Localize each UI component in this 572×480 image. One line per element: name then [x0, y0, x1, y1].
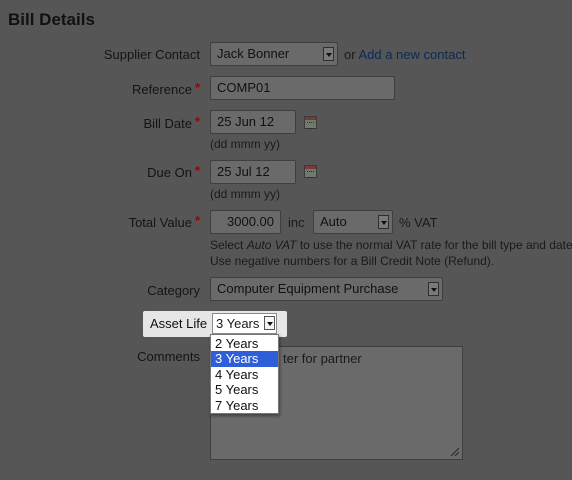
due-on-label: Due On * [0, 163, 200, 180]
bill-date-input[interactable]: 25 Jun 12 [210, 110, 296, 134]
required-marker: * [194, 163, 200, 178]
bill-date-label: Bill Date * [0, 114, 200, 131]
reference-label-text: Reference [131, 82, 192, 97]
asset-life-option[interactable]: 4 Years [211, 367, 278, 382]
category-select[interactable]: Computer Equipment Purchase [210, 277, 443, 301]
or-text: or [344, 47, 356, 62]
required-marker: * [194, 114, 200, 129]
total-value-input[interactable]: 3000.00 [210, 210, 281, 234]
calendar-icon[interactable] [304, 116, 317, 129]
required-marker: * [194, 213, 200, 228]
asset-life-option[interactable]: 5 Years [211, 382, 278, 397]
supplier-contact-select[interactable]: Jack Bonner [210, 42, 338, 66]
vat-select-value: Auto [320, 214, 347, 229]
asset-life-option[interactable]: 7 Years [211, 398, 278, 413]
due-on-input[interactable]: 25 Jul 12 [210, 160, 296, 184]
category-value: Computer Equipment Purchase [217, 281, 399, 296]
total-value-label-text: Total Value [128, 215, 192, 230]
total-value-label: Total Value * [0, 213, 200, 230]
vat-help-line2: Use negative numbers for a Bill Credit N… [210, 254, 495, 268]
reference-label: Reference * [0, 80, 200, 97]
add-new-contact-link[interactable]: Add a new contact [358, 47, 465, 62]
vat-help-text: to use the normal VAT rate for the bill … [296, 238, 572, 252]
comments-text: ter for partner [283, 351, 362, 366]
due-on-label-text: Due On [147, 165, 192, 180]
asset-life-label: Asset Life [150, 316, 208, 331]
required-marker: * [194, 80, 200, 95]
chevron-down-icon [323, 47, 334, 61]
vat-help-text: Select [210, 238, 247, 252]
vat-select[interactable]: Auto [313, 210, 393, 234]
category-label: Category [147, 283, 200, 298]
add-contact-row: or Add a new contact [344, 47, 465, 62]
comments-label: Comments [137, 349, 200, 364]
supplier-contact-value: Jack Bonner [217, 46, 290, 61]
due-on-hint: (dd mmm yy) [210, 187, 280, 201]
resize-handle-icon[interactable] [451, 448, 459, 456]
asset-life-option[interactable]: 2 Years [211, 336, 278, 351]
vat-help-line1: Select Auto VAT to use the normal VAT ra… [210, 238, 572, 252]
vat-help-emphasis: Auto VAT [246, 238, 297, 252]
chevron-down-icon [428, 282, 439, 296]
inc-text: inc [288, 215, 305, 230]
calendar-icon[interactable] [304, 165, 317, 178]
asset-life-select[interactable]: 3 Years [212, 313, 277, 334]
asset-life-value: 3 Years [216, 316, 260, 331]
reference-input[interactable]: COMP01 [210, 76, 395, 100]
asset-life-option-selected[interactable]: 3 Years [211, 351, 278, 367]
chevron-down-icon [264, 316, 275, 330]
bill-date-hint: (dd mmm yy) [210, 137, 280, 151]
asset-life-dropdown: 2 Years 3 Years 4 Years 5 Years 7 Years [210, 334, 279, 414]
page-title: Bill Details [8, 10, 95, 29]
bill-date-label-text: Bill Date [143, 116, 192, 131]
chevron-down-icon [378, 215, 389, 229]
vat-suffix: % VAT [399, 215, 438, 230]
supplier-contact-label: Supplier Contact [103, 47, 200, 62]
